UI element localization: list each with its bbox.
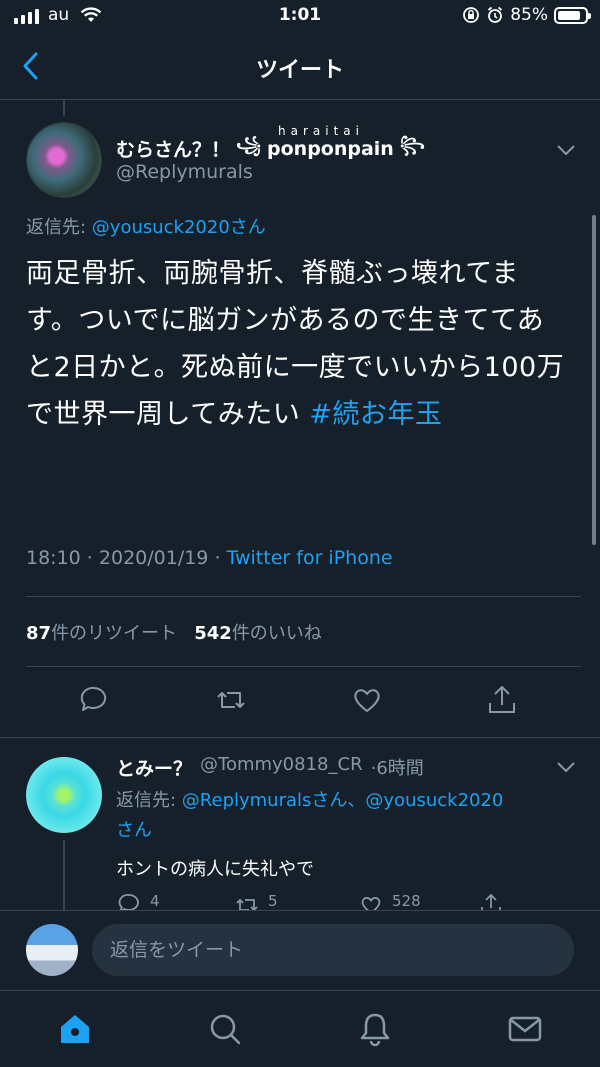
divider (0, 737, 600, 738)
retweet-label: 件のリツイート (51, 623, 178, 644)
reply-share-button[interactable] (478, 892, 504, 910)
author-name-deco: ponponpain (267, 137, 394, 160)
reply-prefix: 返信先: (26, 217, 92, 238)
tweet-actions (26, 682, 581, 718)
reply-reply-count: 4 (150, 892, 160, 910)
share-button[interactable] (484, 682, 520, 718)
status-right: 85% (462, 5, 591, 25)
like-button[interactable] (349, 682, 385, 718)
reply-reply-button[interactable]: 4 (116, 892, 160, 910)
heart-icon (361, 897, 381, 910)
tab-messages[interactable] (505, 1009, 545, 1049)
reply-author-handle[interactable]: @Tommy0818_CR (200, 754, 363, 781)
thread-line (63, 840, 65, 910)
tab-notifications[interactable] (355, 1009, 395, 1049)
like-count: 542 (194, 623, 232, 644)
reply-composer (0, 910, 600, 990)
reply-actions: 4 5 528 (116, 890, 556, 910)
author-avatar[interactable] (26, 122, 102, 198)
comment-icon (118, 894, 139, 910)
my-avatar[interactable] (26, 924, 78, 976)
tab-bar (0, 990, 600, 1067)
reply-author-avatar[interactable] (26, 757, 102, 833)
reply-button[interactable] (76, 682, 112, 718)
reply-to-users-link[interactable]: @Replymuralsさん、@yousuck2020 (182, 790, 504, 811)
tab-search[interactable] (205, 1009, 245, 1049)
share-icon (481, 893, 501, 910)
divider (26, 596, 581, 597)
reply-prefix: 返信先: (116, 790, 182, 811)
retweet-button[interactable] (213, 682, 249, 718)
retweet-count: 87 (26, 623, 52, 644)
page-title: ツイート (255, 58, 344, 83)
status-bar: au 1:01 85% (0, 0, 600, 34)
reply-to-user-link[interactable]: @yousuck2020さん (92, 217, 266, 238)
hashtag-link[interactable]: #続お年玉 (309, 399, 442, 430)
reply-retweet-button[interactable]: 5 (234, 892, 278, 910)
tweet-date: 2020/01/19 (98, 547, 209, 569)
tweet-stats: 87件のリツイート 542件のいいね (26, 619, 322, 645)
author-handle[interactable]: @Replymurals (116, 161, 253, 183)
reply-age: 6時間 (376, 758, 424, 779)
decoration-right-icon: ꧂ (399, 135, 425, 154)
reply-like-count: 528 (392, 892, 421, 910)
reply-text: ホントの病人に失礼やで (116, 859, 314, 880)
top-nav: ツイート (0, 34, 600, 100)
author-name-text: むらさん？！ (116, 139, 231, 161)
tweet-source-link[interactable]: Twitter for iPhone (227, 547, 393, 569)
likes-stat[interactable]: 542件のいいね (194, 623, 322, 644)
reply-author-name[interactable]: とみー？ (116, 754, 192, 781)
tweet-time: 18:10 (26, 547, 81, 569)
reply-to-line: 返信先: @yousuck2020さん (26, 213, 266, 239)
reply-to-suffix[interactable]: さん (116, 820, 152, 841)
thread-line (63, 100, 65, 116)
battery-icon (554, 6, 591, 24)
alarm-icon (488, 6, 503, 23)
chevron-down-icon[interactable] (554, 140, 578, 160)
reply-retweet-count: 5 (268, 892, 278, 910)
battery-level (558, 10, 581, 20)
chevron-down-icon[interactable] (554, 757, 578, 777)
rotation-lock-icon (463, 7, 480, 23)
like-label: 件のいいね (231, 623, 322, 644)
divider (26, 666, 581, 667)
author-name-small: haraitai (278, 124, 364, 138)
tweet-body: 両足骨折、両腕骨折、脊髄ぶっ壊れてます。ついでに脳ガンがあるので生きててあと2日… (26, 258, 565, 430)
retweets-stat[interactable]: 87件のリツイート (26, 623, 177, 644)
scrollbar[interactable] (592, 215, 596, 545)
reply-like-button[interactable]: 528 (358, 892, 421, 910)
tweet-text: 両足骨折、両腕骨折、脊髄ぶっ壊れてます。ついでに脳ガンがあるので生きててあと2日… (26, 250, 566, 438)
reply-input[interactable] (92, 924, 574, 976)
reply-reply-to-line: 返信先: @Replymuralsさん、@yousuck2020 さん (116, 786, 576, 846)
retweet-icon (236, 898, 258, 910)
tweet-meta: 18:10 · 2020/01/19 · Twitter for iPhone (26, 547, 393, 569)
tab-home[interactable] (55, 1009, 95, 1049)
battery-percent: 85% (510, 5, 548, 25)
reply-header: とみー？ @Tommy0818_CR ·6時間 (116, 754, 424, 781)
